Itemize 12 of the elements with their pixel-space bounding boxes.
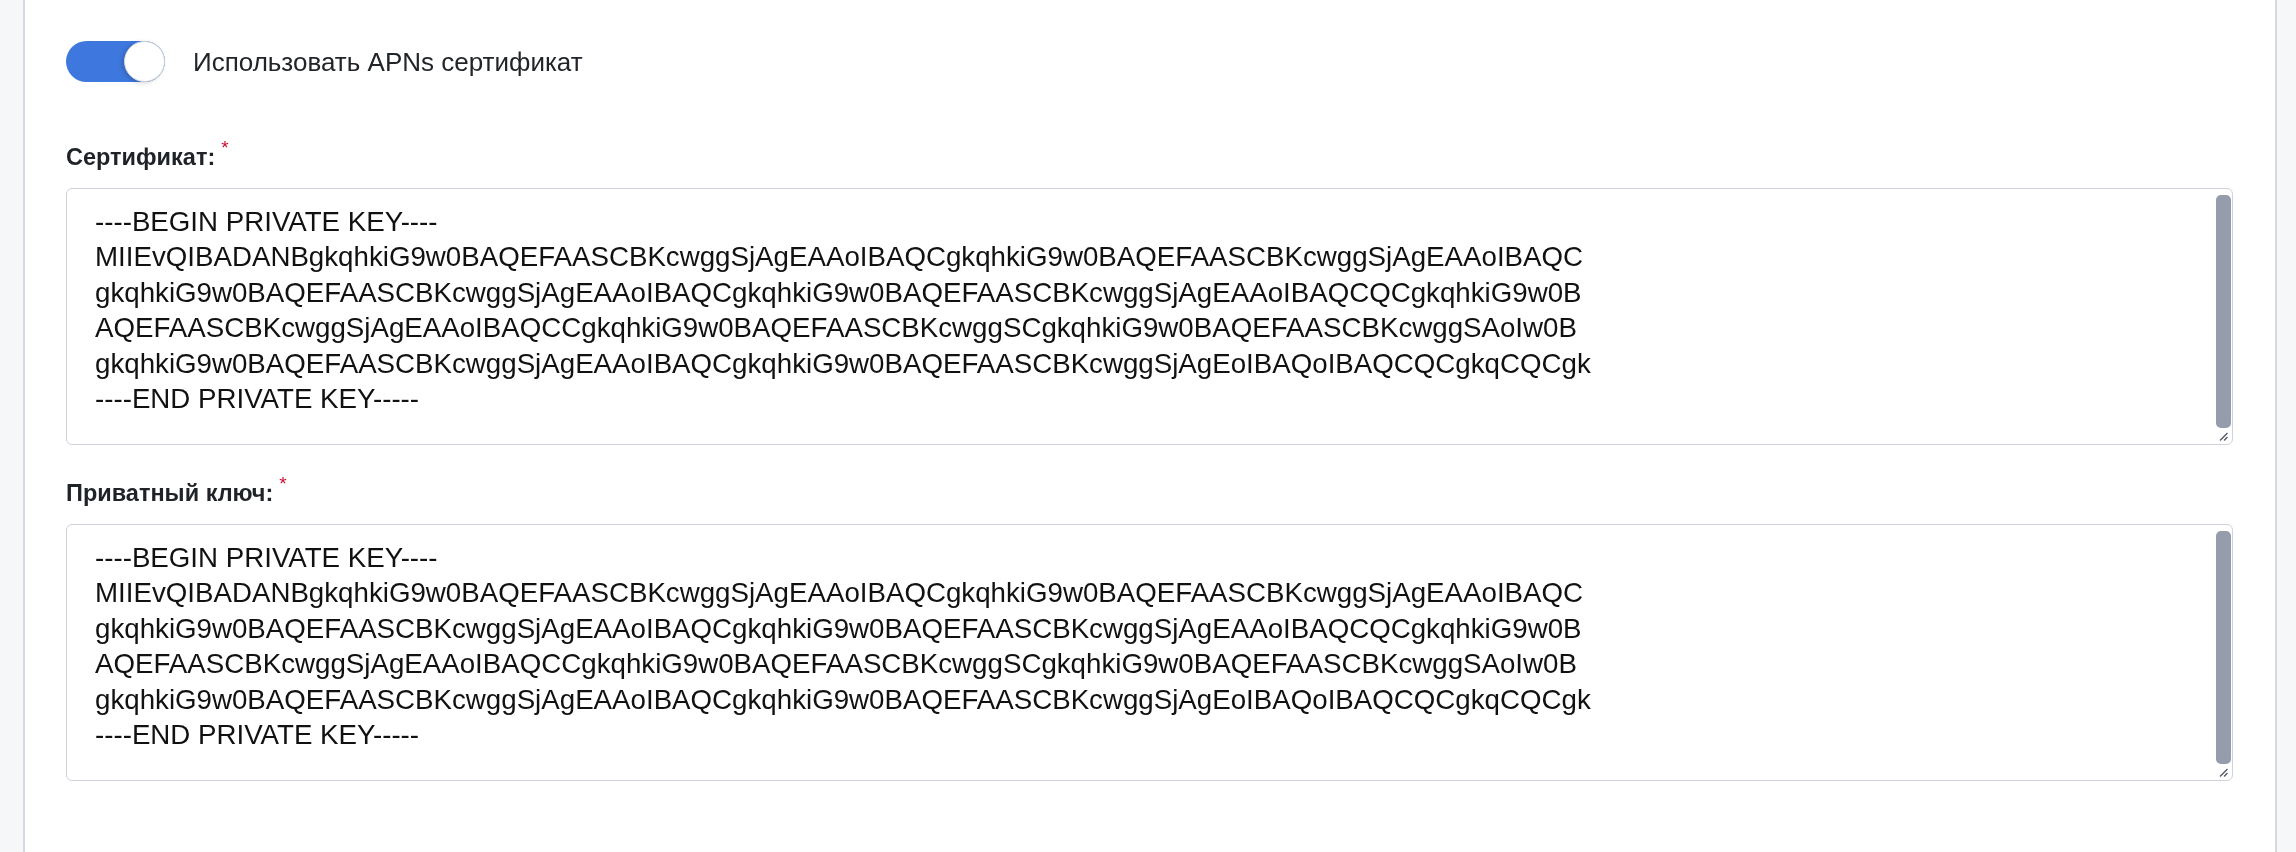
toggle-switch[interactable] — [66, 41, 165, 82]
text-area-field[interactable]: ----BEGIN PRIVATE KEY---- MIIEvQIBADANBgkqhkiG9w0BAQEFAASCBKcwggSjAgEAAoIBAQCgkqhkiG9w0BAQEFAASCBKcwggSjAgEAAoIBAQC gkqhkiG9w0BAQEFAASCBKcwggSjAgEAAoIBAQCgkqhkiG9w0BAQEFAASCBKcwggSjAgEAAoIBAQCQCgkqhkiG9w0B AQEFAASCBKcwggSjAgEAAoIBAQCCgkqhkiG9w0BAQEFAASCBKcwggSCgkqhkiG9w0BAQEFAASCBKcwggSAoIw0B gkqhkiG9w0BAQEFAASCBKcwggSjAgEAAoIBAQCgkqhkiG9w0BAQEFAASCBKcwggSjAgEoIBAQoIBAQCQCgkqCQCgk ----END PRIVATE KEY----- — [66, 188, 2233, 445]
scrollbar-thumb[interactable] — [2215, 531, 2231, 764]
scrollbar-thumb[interactable] — [2215, 195, 2231, 428]
resize-grip-icon[interactable] — [2218, 431, 2228, 441]
text-area-field[interactable]: ----BEGIN PRIVATE KEY---- MIIEvQIBADANBgkqhkiG9w0BAQEFAASCBKcwggSjAgEAAoIBAQCgkqhkiG9w0BAQEFAASCBKcwggSjAgEAAoIBAQC gkqhkiG9w0BAQEFAASCBKcwggSjAgEAAoIBAQCgkqhkiG9w0BAQEFAASCBKcwggSjAgEAAoIBAQCQCgkqhkiG9w0B AQEFAASCBKcwggSjAgEAAoIBAQCCgkqhkiG9w0BAQEFAASCBKcwggSCgkqhkiG9w0BAQEFAASCBKcwggSAoIw0B gkqhkiG9w0BAQEFAASCBKcwggSjAgEAAoIBAQCgkqhkiG9w0BAQEFAASCBKcwggSjAgEoIBAQoIBAQCQCgkqCQCgk ----END PRIVATE KEY----- — [66, 524, 2233, 781]
field-label: Сертификат: — [66, 143, 216, 172]
field-label: Приватный ключ: — [66, 479, 274, 508]
resize-grip-icon[interactable] — [2218, 767, 2228, 777]
required-asterisk: * — [221, 138, 229, 157]
toggle-label: Использовать APNs сертификат — [193, 46, 583, 77]
required-asterisk: * — [279, 474, 287, 493]
